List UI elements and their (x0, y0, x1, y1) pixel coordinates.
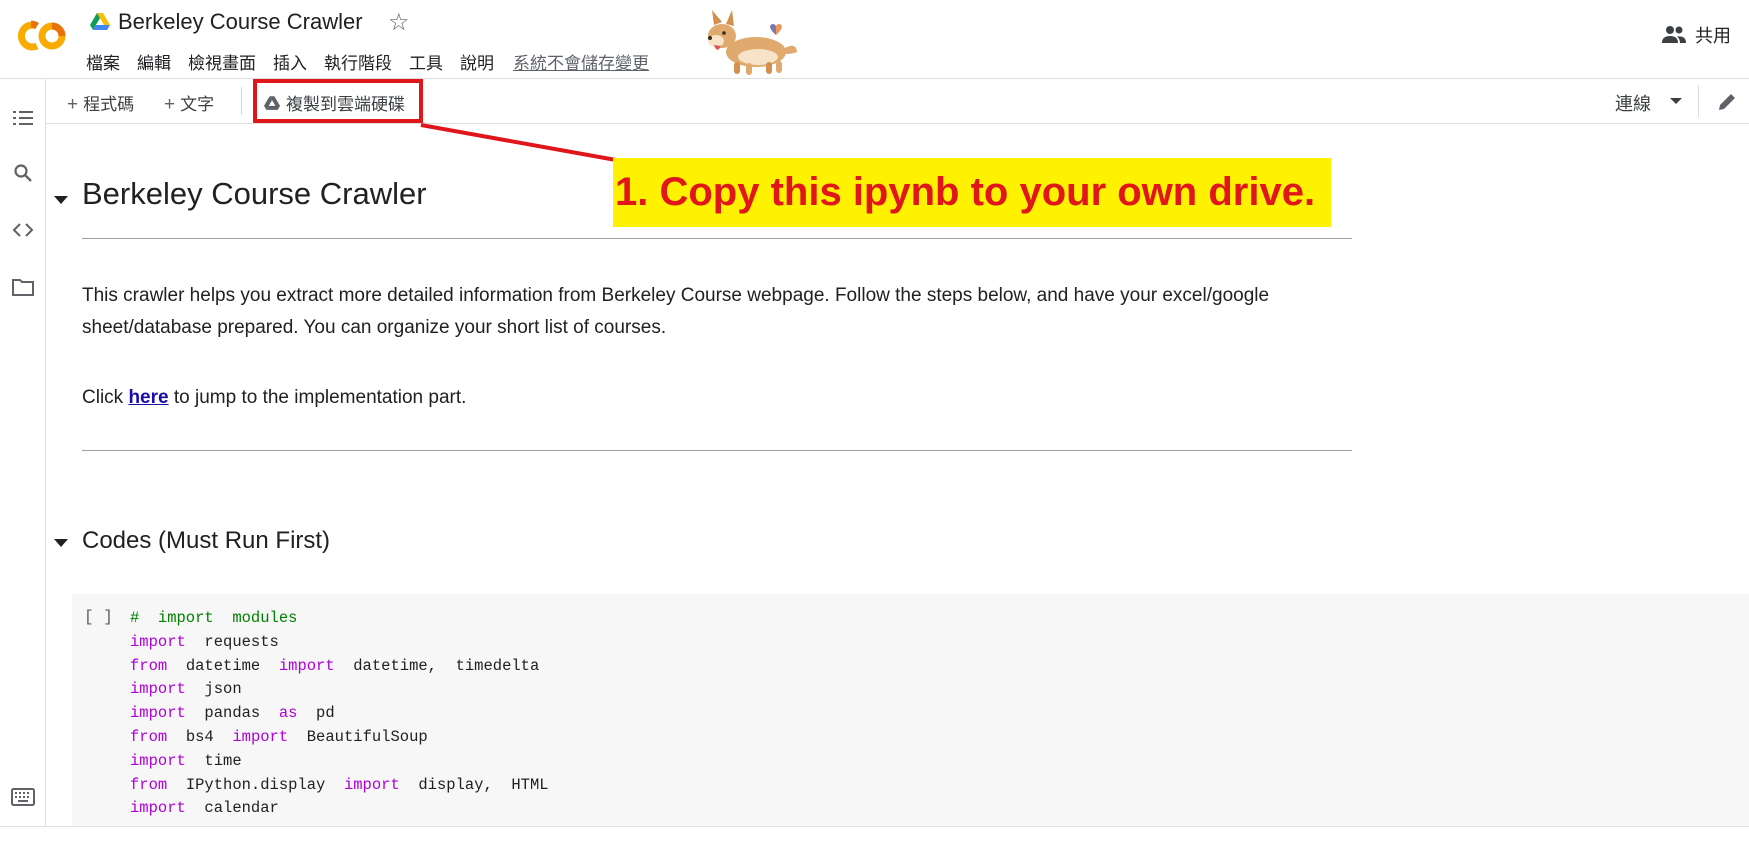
notebook-title[interactable]: Berkeley Course Crawler (118, 9, 363, 35)
code-line: from datetime import datetime, timedelta (130, 655, 549, 679)
menu-tools[interactable]: 工具 (409, 49, 443, 74)
keyboard-icon[interactable] (11, 787, 35, 807)
code-token: BeautifulSoup (288, 727, 428, 746)
connect-dropdown-icon[interactable] (1670, 98, 1682, 104)
code-token: import (130, 632, 186, 651)
plus-icon: + (67, 94, 79, 115)
colab-logo[interactable] (14, 14, 68, 58)
app-header: Berkeley Course Crawler ☆ 檔案 編輯 檢視畫面 插入 … (0, 0, 1749, 79)
code-token: from (130, 656, 168, 675)
pencil-icon[interactable] (1716, 91, 1738, 113)
code-line: import json (130, 678, 549, 702)
notebook-heading: Berkeley Course Crawler (82, 176, 427, 211)
code-token: import (130, 704, 186, 723)
menu-help[interactable]: 說明 (460, 49, 494, 74)
highlight-box (253, 79, 423, 123)
folder-icon[interactable] (11, 275, 35, 299)
table-of-contents-icon[interactable] (11, 106, 35, 130)
code-token: IPython.display (167, 775, 344, 794)
code-token: import (130, 799, 186, 818)
notebook-toolbar: + 程式碼 + 文字 複製到雲端硬碟 連線 (46, 79, 1749, 124)
intro-paragraph: This crawler helps you extract more deta… (82, 285, 1270, 338)
share-label: 共用 (1695, 26, 1731, 46)
code-token: import (278, 656, 335, 675)
collapse-section-arrow-icon[interactable] (54, 539, 68, 547)
jump-paragraph: Click here to jump to the implementation… (82, 382, 1362, 414)
code-line: import time (130, 750, 549, 774)
menu-insert[interactable]: 插入 (273, 49, 307, 74)
code-token: import (130, 680, 186, 699)
code-token: from (130, 775, 168, 794)
annotation-callout: 1. Copy this ipynb to your own drive. (613, 158, 1331, 227)
code-token: as (278, 704, 298, 723)
menu-edit[interactable]: 編輯 (137, 49, 171, 74)
menu-view[interactable]: 檢視畫面 (188, 49, 256, 74)
code-token: bs4 (167, 727, 233, 746)
code-token: calendar (185, 799, 279, 818)
plus-icon: + (164, 94, 176, 115)
add-code-label: 程式碼 (83, 95, 135, 114)
code-token: # import modules (130, 609, 298, 627)
code-line: from bs4 import BeautifulSoup (130, 726, 549, 750)
collapse-section-arrow-icon[interactable] (54, 196, 68, 204)
code-token: from (130, 727, 168, 746)
code-token: import (130, 751, 186, 770)
code-line: from IPython.display import display, HTM… (130, 774, 549, 798)
status-divider (0, 826, 1749, 827)
horizontal-rule (82, 238, 1352, 239)
search-icon[interactable] (11, 161, 35, 185)
left-sidebar (0, 79, 46, 826)
menu-runtime[interactable]: 執行階段 (324, 49, 392, 74)
connect-button[interactable]: 連線 (1615, 90, 1651, 116)
corgi-mascot-image (708, 10, 797, 75)
code-token: import (343, 775, 400, 794)
google-drive-icon (90, 13, 110, 30)
unsaved-changes-link[interactable]: 系統不會儲存變更 (513, 49, 649, 74)
code-line: # import modules (130, 607, 549, 631)
code-token: time (185, 751, 242, 770)
code-token: json (185, 680, 242, 699)
code-token: pandas (185, 704, 279, 723)
code-line: import requests (130, 631, 549, 655)
add-text-label: 文字 (180, 95, 215, 114)
menu-bar: 檔案 編輯 檢視畫面 插入 執行階段 工具 說明 系統不會儲存變更 (86, 49, 666, 74)
code-token: datetime (167, 656, 279, 675)
code-line: import pandas as pd (130, 702, 549, 726)
code-token: display, HTML (399, 775, 549, 794)
code-editor[interactable]: # import modules import requests from date… (130, 607, 549, 821)
menu-file[interactable]: 檔案 (86, 49, 120, 74)
click-prefix: Click (82, 387, 129, 408)
code-token: import (232, 727, 289, 746)
code-token: requests (185, 632, 279, 651)
code-line: import calendar (130, 797, 549, 821)
toolbar-divider (241, 87, 242, 115)
here-link[interactable]: here (128, 387, 168, 408)
share-button[interactable]: 共用 (1661, 22, 1731, 48)
add-text-button[interactable]: + 文字 (164, 90, 214, 116)
section-heading: Codes (Must Run First) (82, 527, 331, 554)
code-snippets-icon[interactable] (11, 218, 35, 242)
code-token: datetime, timedelta (334, 656, 540, 675)
star-icon[interactable]: ☆ (388, 8, 410, 37)
toolbar-divider (1698, 85, 1699, 117)
cell-run-prompt[interactable]: [ ] (84, 608, 113, 626)
horizontal-rule (82, 450, 1352, 451)
code-token: pd (297, 704, 335, 723)
click-suffix: to jump to the implementation part. (168, 387, 467, 408)
add-code-button[interactable]: + 程式碼 (67, 90, 134, 116)
people-icon (1662, 26, 1686, 43)
